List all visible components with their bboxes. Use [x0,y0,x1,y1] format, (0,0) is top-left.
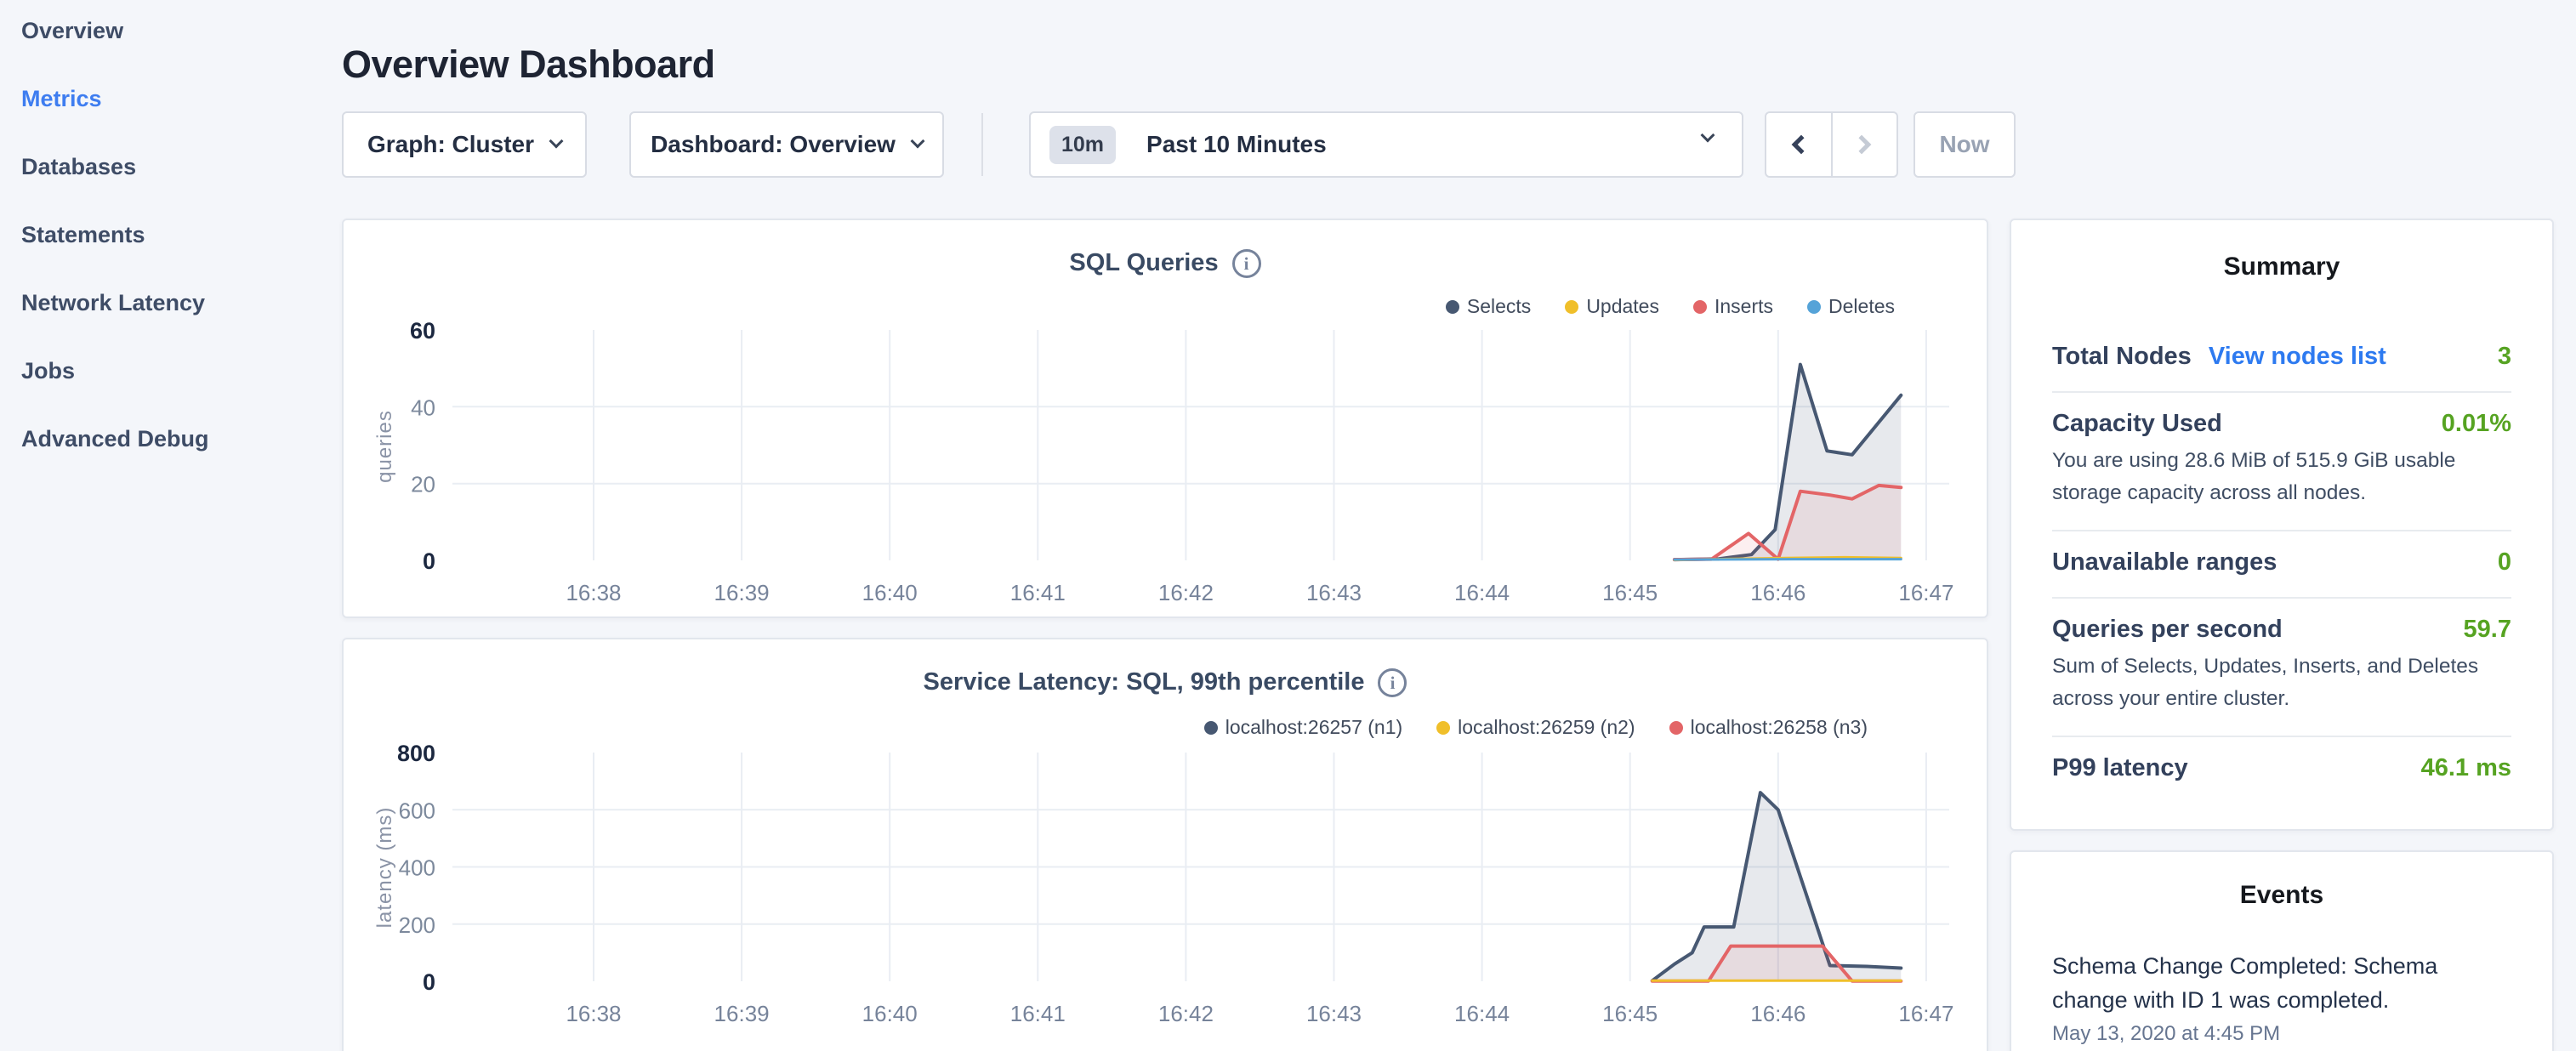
summary-row: Queries per second 59.7 Sum of Selects, Up… [2052,597,2511,736]
svg-text:800: 800 [397,741,435,766]
previous-time-button[interactable] [1766,113,1833,176]
events-title: Events [2052,881,2511,910]
summary-row: Unavailable ranges 0 [2052,530,2511,597]
chevron-left-icon [1791,135,1811,155]
sidebar-item-overview[interactable]: Overview [21,20,336,43]
summary-row-value: 46.1 ms [2421,754,2511,782]
svg-text:16:42: 16:42 [1158,580,1214,605]
svg-text:60: 60 [410,318,435,344]
summary-row-value: 59.7 [2464,616,2511,644]
summary-row-label: Total Nodes [2052,343,2192,371]
sidebar-item-statements[interactable]: Statements [21,224,336,247]
svg-text:200: 200 [399,912,435,938]
dashboard-dropdown[interactable]: Dashboard: Overview [629,111,944,178]
summary-row-subtext: Sum of Selects, Updates, Inserts, and De… [2052,650,2511,715]
svg-text:20: 20 [411,472,435,497]
svg-text:queries: queries [373,410,396,483]
graph-dropdown-label: Graph: Cluster [367,131,534,158]
summary-row-label: Unavailable ranges [2052,548,2277,577]
svg-text:16:43: 16:43 [1306,580,1362,605]
sql-queries-chart: 0 20 40 60 16:38 16:39 16:40 16:41 16:42 16:43 16:… [344,220,1990,620]
svg-text:latency (ms): latency (ms) [373,807,396,929]
chevron-right-icon [1852,135,1872,155]
svg-text:0: 0 [423,969,435,995]
svg-text:16:47: 16:47 [1898,580,1953,605]
graph-dropdown[interactable]: Graph: Cluster [342,111,587,178]
sidebar-item-advanced-debug[interactable]: Advanced Debug [21,428,336,451]
chevron-down-icon [1701,128,1715,143]
sidebar: Overview Metrics Databases Statements Networ… [0,0,336,496]
summary-panel: Summary Total Nodes View nodes list 3 Capac… [2010,219,2554,831]
svg-text:16:41: 16:41 [1010,580,1066,605]
divider [981,113,983,176]
sql-queries-card: SQL Queriesi SelectsUpdatesInsertsDelete… [342,219,1988,618]
svg-text:16:45: 16:45 [1602,1001,1658,1026]
event-timestamp: May 13, 2020 at 4:45 PM [2052,1022,2511,1046]
chevron-down-icon [549,134,564,149]
summary-row-subtext: You are using 28.6 MiB of 515.9 GiB usab… [2052,445,2511,509]
service-latency-chart: 0 200 400 600 800 16:38 16:39 16:40 16:41 16:42 16… [344,639,1990,1051]
svg-text:16:45: 16:45 [1602,580,1658,605]
svg-text:600: 600 [399,798,435,823]
now-button[interactable]: Now [1914,111,2016,178]
time-nav-group [1765,111,1898,178]
dashboard-dropdown-label: Dashboard: Overview [651,131,896,158]
svg-text:16:44: 16:44 [1454,1001,1510,1026]
svg-text:16:44: 16:44 [1454,580,1510,605]
summary-row: Capacity Used 0.01% You are using 28.6 MiB… [2052,391,2511,530]
event-text: Schema Change Completed: Schema change w… [2052,949,2511,1017]
event-item[interactable]: Schema Change Completed: Schema change w… [2052,949,2511,1046]
time-window-badge: 10m [1049,126,1116,164]
svg-text:16:46: 16:46 [1750,580,1805,605]
events-list: Schema Change Completed: Schema change w… [2052,949,2511,1046]
summary-row: P99 latency 46.1 ms [2052,736,2511,803]
svg-text:16:41: 16:41 [1010,1001,1066,1026]
view-nodes-link[interactable]: View nodes list [2209,343,2386,371]
svg-text:16:42: 16:42 [1158,1001,1214,1026]
time-window-dropdown[interactable]: 10m Past 10 Minutes [1029,111,1743,178]
chevron-down-icon [910,134,924,149]
sidebar-item-network-latency[interactable]: Network Latency [21,292,336,315]
svg-text:16:39: 16:39 [714,1001,770,1026]
summary-row-label: P99 latency [2052,754,2188,782]
svg-text:400: 400 [399,855,435,881]
sidebar-item-jobs[interactable]: Jobs [21,360,336,383]
sidebar-item-databases[interactable]: Databases [21,156,336,179]
summary-row-label: Capacity Used [2052,410,2222,438]
next-time-button[interactable] [1833,113,1897,176]
service-latency-card: Service Latency: SQL, 99th percentilei l… [342,638,1988,1051]
summary-row-value: 3 [2498,343,2511,371]
summary-title: Summary [2052,253,2511,281]
summary-row: Total Nodes View nodes list 3 [2052,326,2511,391]
svg-text:16:39: 16:39 [714,580,770,605]
summary-row-value: 0.01% [2442,410,2511,438]
svg-text:16:40: 16:40 [862,1001,918,1026]
svg-text:16:47: 16:47 [1898,1001,1953,1026]
svg-text:16:46: 16:46 [1750,1001,1805,1026]
svg-text:40: 40 [411,395,435,420]
summary-row-label: Queries per second [2052,616,2283,644]
svg-text:16:38: 16:38 [566,580,621,605]
summary-rows: Total Nodes View nodes list 3 Capacity Used… [2052,326,2511,803]
time-window-label: Past 10 Minutes [1146,131,1327,158]
sidebar-item-metrics[interactable]: Metrics [21,88,336,111]
events-panel: Events Schema Change Completed: Schema c… [2010,850,2554,1051]
summary-row-value: 0 [2498,548,2511,577]
svg-text:16:40: 16:40 [862,580,918,605]
svg-text:16:43: 16:43 [1306,1001,1362,1026]
page-title: Overview Dashboard [342,43,715,87]
svg-text:0: 0 [423,548,435,574]
controls-bar: Graph: Cluster Dashboard: Overview 10m P… [342,111,2553,178]
svg-text:16:38: 16:38 [566,1001,621,1026]
